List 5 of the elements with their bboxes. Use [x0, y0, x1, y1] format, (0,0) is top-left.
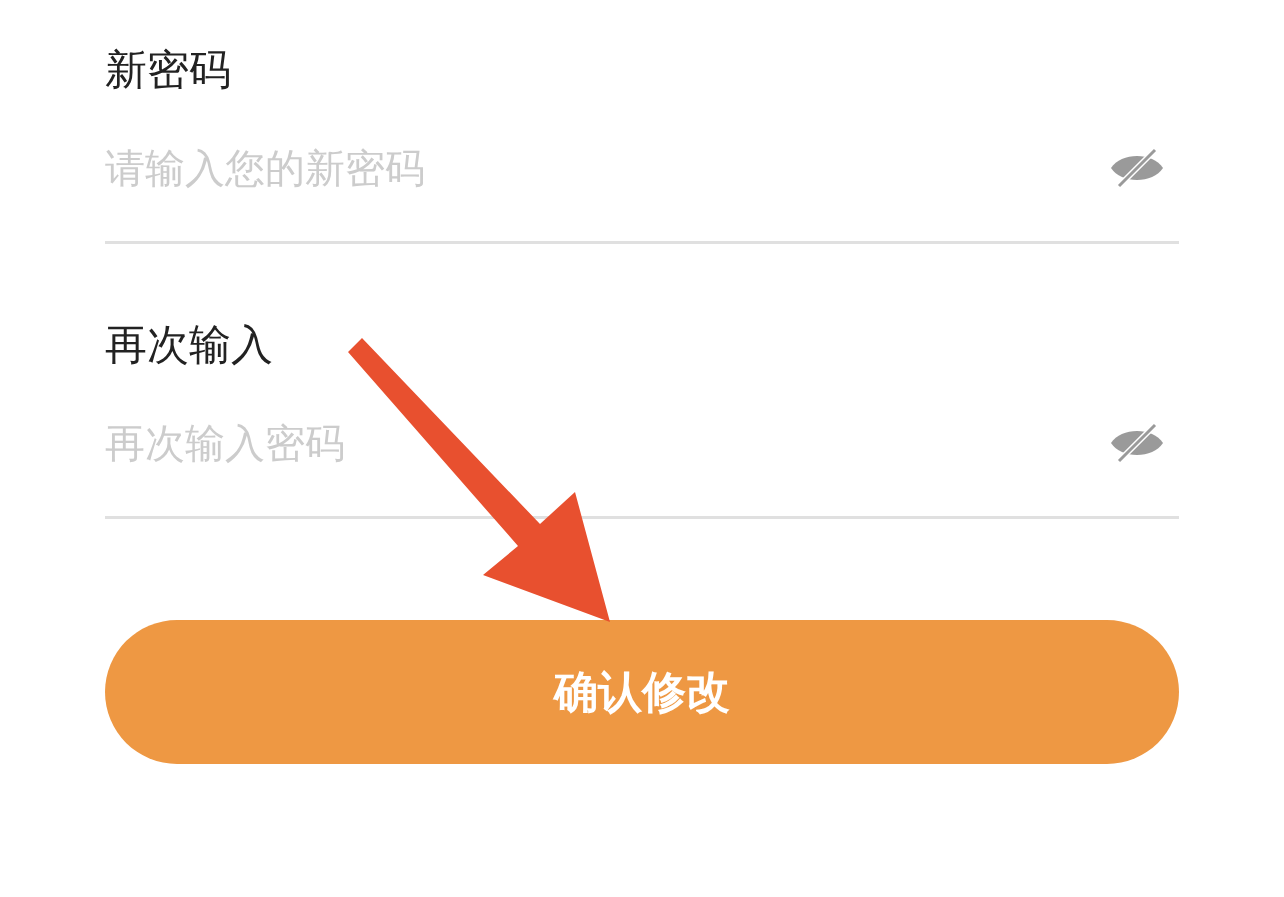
field-label: 新密码 [105, 45, 231, 95]
confirm-button[interactable]: 确认修改 [105, 620, 1179, 764]
field-label: 再次输入 [105, 320, 273, 370]
eye-off-icon[interactable] [1109, 146, 1165, 190]
eye-off-icon[interactable] [1109, 421, 1165, 465]
